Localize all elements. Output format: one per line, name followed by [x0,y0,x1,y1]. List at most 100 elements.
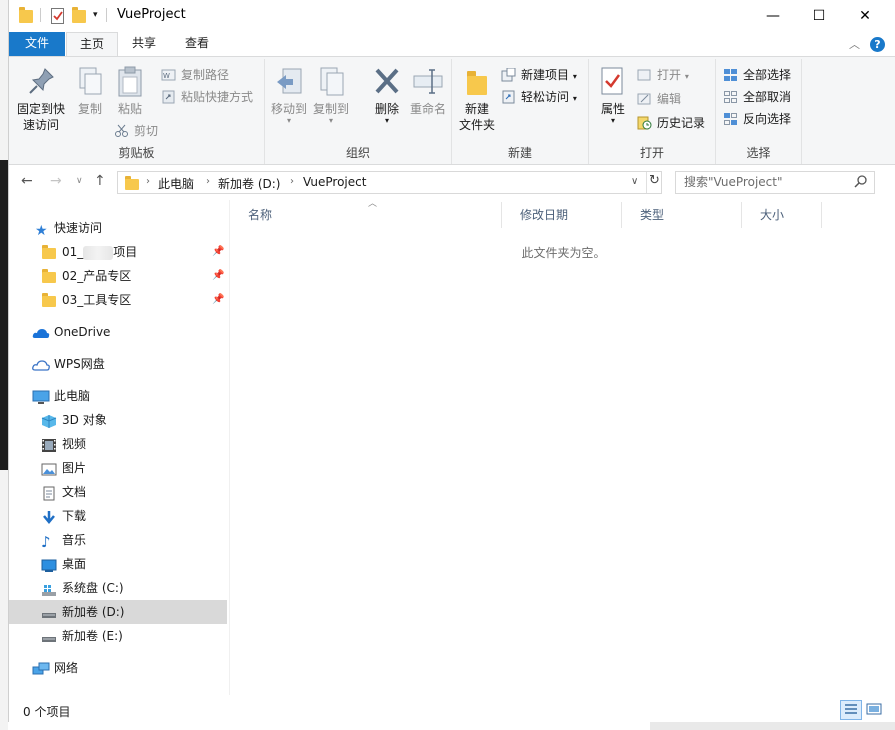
nav-music[interactable]: ♪ 音乐 [9,528,229,552]
nav-quick-access[interactable]: ★ 快速访问 [9,216,229,240]
title-bar: ▾ VueProject — ☐ ✕ [9,0,895,31]
column-header-name[interactable]: 名称 [230,202,502,228]
tab-view[interactable]: 查看 [173,32,221,56]
search-input[interactable] [684,175,849,189]
new-group-label: 新建 [507,146,532,160]
address-bar[interactable]: › 此电脑 › 新加卷 (D:) › VueProject ∨ ↻ [117,171,662,194]
nav-qa-folder-01[interactable]: 01_ 项目 📌 [9,240,229,264]
nav-qa-folder-03[interactable]: 03_工具专区 📌 [9,288,229,312]
easy-access-button[interactable]: 轻松访问 ▾ [501,87,577,107]
breadcrumb-vueproject[interactable]: VueProject [303,175,366,189]
nav-desktop[interactable]: 桌面 [9,552,229,576]
nav-wps[interactable]: WPS网盘 [9,352,229,376]
nav-pictures[interactable]: 图片 [9,456,229,480]
copy-to-button[interactable]: 复制到 ▾ [311,65,351,125]
folder-icon [42,269,56,283]
picture-icon [41,461,57,476]
new-folder-quick-icon[interactable] [72,7,86,23]
tab-file[interactable]: 文件 [9,32,65,56]
open-button[interactable]: 打开 ▾ [637,65,689,85]
paste-icon [114,65,146,99]
paste-button[interactable]: 粘贴 [111,65,149,117]
clipboard-group: 固定到快 速访问 复制 粘贴 W 复制路径 粘贴快捷方式 剪切 剪贴板 [9,59,265,164]
nav-drive-c[interactable]: 系统盘 (C:) [9,576,229,600]
nav-videos[interactable]: 视频 [9,432,229,456]
clipboard-group-label: 剪贴板 [118,146,155,160]
ribbon: 固定到快 速访问 复制 粘贴 W 复制路径 粘贴快捷方式 剪切 剪贴板 移动到 … [9,56,895,165]
paste-shortcut-button[interactable]: 粘贴快捷方式 [161,87,253,107]
desktop-icon [41,557,57,572]
scissors-icon [114,124,129,138]
new-folder-button[interactable]: 新建 文件夹 [456,65,498,133]
history-button[interactable]: 历史记录 [637,113,705,133]
delete-button[interactable]: 删除 ▾ [369,65,405,125]
nav-network[interactable]: 网络 [9,656,229,680]
forward-arrow-icon[interactable]: → [50,173,62,189]
minimize-button[interactable]: — [750,0,796,31]
recent-locations-chevron-icon[interactable]: ∨ [76,176,83,186]
wps-cloud-icon [32,357,50,372]
large-icons-view-icon[interactable] [864,700,886,720]
divider [646,172,647,193]
new-item-button[interactable]: 新建项目 ▾ [501,65,577,85]
edit-button[interactable]: 编辑 [637,89,681,109]
move-to-icon [273,65,305,99]
pin-quick-access-button[interactable]: 固定到快 速访问 [13,65,69,133]
document-icon [41,485,57,501]
properties-quick-icon[interactable] [50,7,66,25]
nav-drive-e[interactable]: 新加卷 (E:) [9,624,229,648]
column-header-size[interactable]: 大小 [742,202,822,228]
cut-button[interactable]: 剪切 [114,121,158,141]
background-terminal-edge [0,160,8,470]
address-dropdown-chevron-icon[interactable]: ∨ [631,176,638,187]
breadcrumb-drive-d[interactable]: 新加卷 (D:) [218,175,280,192]
pin-icon: 📌 [212,246,225,257]
collapse-ribbon-icon[interactable]: ︿ [849,36,860,52]
nav-downloads[interactable]: 下载 [9,504,229,528]
column-header-date-modified[interactable]: 修改日期 [502,202,622,228]
help-icon[interactable]: ? [870,37,885,52]
details-view-icon[interactable] [840,700,862,720]
copy-path-button[interactable]: W 复制路径 [161,65,229,85]
column-header-type[interactable]: 类型 [622,202,742,228]
nav-this-pc[interactable]: 此电脑 [9,384,229,408]
svg-text:W: W [163,72,170,80]
new-group: 新建 文件夹 新建项目 ▾ 轻松访问 ▾ 新建 [452,59,589,164]
nav-qa-folder-02[interactable]: 02_产品专区 📌 [9,264,229,288]
properties-button[interactable]: 属性 ▾ [595,65,631,125]
close-button[interactable]: ✕ [842,0,888,31]
tab-share[interactable]: 共享 [120,32,168,56]
search-icon[interactable] [854,174,868,194]
up-arrow-icon[interactable]: ↑ [94,173,106,189]
new-item-icon [501,67,516,82]
tab-home[interactable]: 主页 [66,32,118,56]
copy-button[interactable]: 复制 [71,65,109,117]
select-none-icon [723,90,738,104]
select-none-button[interactable]: 全部取消 [723,87,791,107]
music-note-icon: ♪ [41,533,51,551]
nav-documents[interactable]: 文档 [9,480,229,504]
select-all-icon [723,68,738,82]
select-all-button[interactable]: 全部选择 [723,65,791,85]
empty-folder-message: 此文件夹为空。 [521,246,606,260]
nav-drive-d[interactable]: 新加卷 (D:) [9,600,227,624]
rename-button[interactable]: 重命名 [407,65,449,117]
download-arrow-icon [41,509,57,524]
easy-access-icon [501,90,516,104]
nav-onedrive[interactable]: OneDrive [9,320,229,344]
refresh-icon[interactable]: ↻ [649,173,660,188]
file-list-area[interactable]: ︿ 名称 修改日期 类型 大小 此文件夹为空。 [229,199,895,695]
move-to-button[interactable]: 移动到 ▾ [269,65,309,125]
open-icon [637,68,652,82]
maximize-button[interactable]: ☐ [796,0,842,31]
organize-group: 移动到 ▾ 复制到 ▾ 删除 ▾ 重命名 组织 [265,59,452,164]
invert-selection-button[interactable]: 反向选择 [723,109,791,129]
nav-3d-objects[interactable]: 3D 对象 [9,408,229,432]
divider [106,8,107,22]
background-window-bottom [650,722,895,730]
back-arrow-icon[interactable]: ← [21,173,33,189]
search-box[interactable] [675,171,875,194]
organize-group-label: 组织 [345,146,370,160]
breadcrumb-this-pc[interactable]: 此电脑 [158,175,194,192]
delete-x-icon [371,65,403,99]
